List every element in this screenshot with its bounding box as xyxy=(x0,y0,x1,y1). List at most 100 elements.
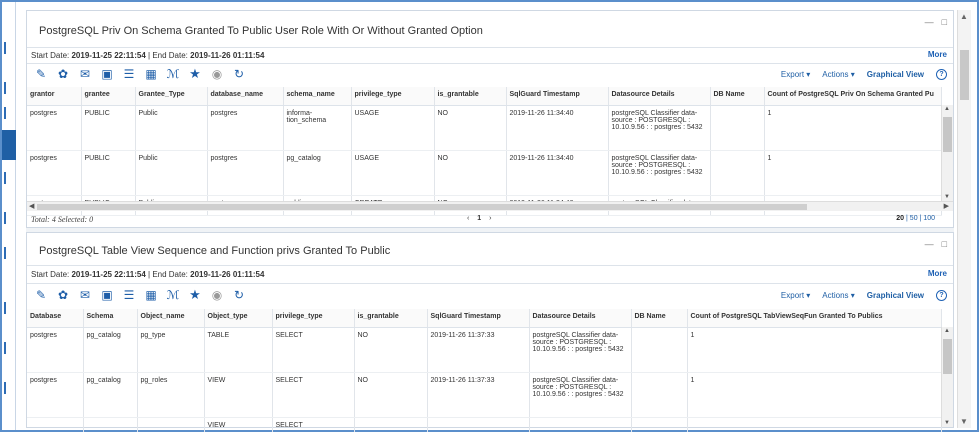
nav-item[interactable] xyxy=(4,247,12,259)
column-header[interactable]: privilege_type xyxy=(272,309,355,328)
mail-icon[interactable]: ✉ xyxy=(77,287,93,303)
column-header[interactable]: Database xyxy=(27,309,84,328)
column-header[interactable]: Datasource Details xyxy=(608,87,711,106)
nav-item[interactable] xyxy=(4,42,12,54)
share-icon[interactable]: ✿ xyxy=(55,66,71,82)
next-page-icon[interactable]: › xyxy=(489,215,491,222)
stop-icon[interactable]: ◉ xyxy=(209,287,225,303)
nav-item[interactable] xyxy=(4,212,12,224)
more-link[interactable]: More xyxy=(928,269,947,278)
page-size-option[interactable]: 50 xyxy=(910,215,918,222)
graphical-view-link[interactable]: Graphical View xyxy=(867,291,924,300)
scroll-thumb[interactable] xyxy=(37,204,807,210)
columns-icon[interactable]: ▦ xyxy=(143,287,159,303)
maximize-icon[interactable]: □ xyxy=(942,239,947,249)
page-vertical-scrollbar[interactable]: ▲ ▼ xyxy=(957,10,971,428)
column-header[interactable]: DB Name xyxy=(631,309,688,328)
scroll-down-icon[interactable]: ▼ xyxy=(960,417,968,426)
window-icon[interactable]: ▣ xyxy=(99,287,115,303)
pagination: ‹ 1 › xyxy=(467,215,492,222)
table-row[interactable]: postgres PUBLIC Public postgres informa-… xyxy=(27,105,942,151)
scroll-thumb[interactable] xyxy=(960,50,969,100)
column-header[interactable]: SqlGuard Timestamp xyxy=(427,309,530,328)
nav-item[interactable] xyxy=(4,82,12,94)
filter-icon[interactable]: ☰ xyxy=(121,66,137,82)
stop-icon[interactable]: ◉ xyxy=(209,66,225,82)
current-page[interactable]: 1 xyxy=(477,215,481,222)
scroll-up-icon[interactable]: ▲ xyxy=(960,12,968,21)
more-link[interactable]: More xyxy=(928,50,947,59)
start-date-value: 2019-11-25 22:11:54 xyxy=(71,270,146,279)
column-header[interactable]: DB Name xyxy=(710,87,765,106)
nav-item[interactable] xyxy=(4,342,12,354)
column-header[interactable]: grantee xyxy=(81,87,136,106)
export-dropdown[interactable]: Export xyxy=(781,70,810,79)
nav-item-active[interactable] xyxy=(2,130,16,160)
table-cell: 1 xyxy=(764,105,942,151)
page-size-option[interactable]: 100 xyxy=(923,215,935,222)
column-header[interactable]: schema_name xyxy=(283,87,352,106)
table-horizontal-scrollbar[interactable]: ◀ ▶ xyxy=(27,201,953,211)
refresh-icon[interactable]: ↻ xyxy=(231,287,247,303)
scroll-up-icon[interactable]: ▲ xyxy=(944,106,950,112)
share-icon[interactable]: ✿ xyxy=(55,287,71,303)
minimize-icon[interactable]: — xyxy=(925,17,934,27)
table-vertical-scrollbar[interactable]: ▲ ▼ xyxy=(941,327,953,427)
table-cell: Public xyxy=(135,150,208,196)
column-header[interactable]: Grantee_Type xyxy=(135,87,208,106)
minimize-icon[interactable]: — xyxy=(925,239,934,249)
table-row[interactable]: VIEW SELECT xyxy=(27,417,942,432)
column-header[interactable]: Schema xyxy=(83,309,138,328)
column-header[interactable]: grantor xyxy=(27,87,82,106)
column-header[interactable]: privilege_type xyxy=(351,87,435,106)
column-header[interactable]: Datasource Details xyxy=(529,309,632,328)
filter-icon[interactable]: ☰ xyxy=(121,287,137,303)
graphical-view-link[interactable]: Graphical View xyxy=(867,70,924,79)
table-row[interactable]: postgres PUBLIC Public postgres pg_catal… xyxy=(27,150,942,196)
wrench-icon[interactable]: ℳ xyxy=(165,287,181,303)
nav-item[interactable] xyxy=(4,382,12,394)
nav-item[interactable] xyxy=(4,172,12,184)
window-icon[interactable]: ▣ xyxy=(99,66,115,82)
column-header[interactable]: is_grantable xyxy=(434,87,507,106)
column-header[interactable]: Object_type xyxy=(204,309,273,328)
column-header[interactable]: Count of PostgreSQL TabViewSeqFun Grante… xyxy=(687,309,942,328)
table-row[interactable]: postgres pg_catalog pg_roles VIEW SELECT… xyxy=(27,372,942,418)
table-vertical-scrollbar[interactable]: ▲ ▼ xyxy=(941,105,953,201)
table-row[interactable]: postgres pg_catalog pg_type TABLE SELECT… xyxy=(27,327,942,373)
nav-item[interactable] xyxy=(4,302,12,314)
help-icon[interactable]: ? xyxy=(936,290,947,301)
total-selected-text: Total: 4 Selected: 0 xyxy=(31,215,94,224)
scroll-right-icon[interactable]: ▶ xyxy=(944,202,949,210)
column-header[interactable]: database_name xyxy=(207,87,284,106)
scroll-thumb[interactable] xyxy=(943,339,952,374)
actions-dropdown[interactable]: Actions xyxy=(822,70,854,79)
scroll-left-icon[interactable]: ◀ xyxy=(29,202,34,210)
scroll-down-icon[interactable]: ▼ xyxy=(944,194,950,200)
help-icon[interactable]: ? xyxy=(936,69,947,80)
refresh-icon[interactable]: ↻ xyxy=(231,66,247,82)
actions-dropdown[interactable]: Actions xyxy=(822,291,854,300)
mail-icon[interactable]: ✉ xyxy=(77,66,93,82)
column-header[interactable]: Object_name xyxy=(137,309,205,328)
nav-item[interactable] xyxy=(4,107,12,119)
star-icon[interactable]: ★ xyxy=(187,66,203,82)
pencil-icon[interactable]: ✎ xyxy=(33,66,49,82)
page-size-option[interactable]: 20 xyxy=(896,215,904,222)
export-dropdown[interactable]: Export xyxy=(781,291,810,300)
scroll-thumb[interactable] xyxy=(943,117,952,152)
prev-page-icon[interactable]: ‹ xyxy=(467,215,469,222)
star-icon[interactable]: ★ xyxy=(187,287,203,303)
pencil-icon[interactable]: ✎ xyxy=(33,287,49,303)
column-header[interactable]: SqlGuard Timestamp xyxy=(506,87,609,106)
table-cell xyxy=(631,417,688,432)
maximize-icon[interactable]: □ xyxy=(942,17,947,27)
panel-window-controls: — □ xyxy=(917,17,947,27)
column-header[interactable]: Count of PostgreSQL Priv On Schema Grant… xyxy=(764,87,942,106)
scroll-up-icon[interactable]: ▲ xyxy=(944,328,950,334)
columns-icon[interactable]: ▦ xyxy=(143,66,159,82)
wrench-icon[interactable]: ℳ xyxy=(165,66,181,82)
scroll-down-icon[interactable]: ▼ xyxy=(944,420,950,426)
column-header[interactable]: is_grantable xyxy=(354,309,428,328)
table-cell: pg_catalog xyxy=(83,372,138,418)
